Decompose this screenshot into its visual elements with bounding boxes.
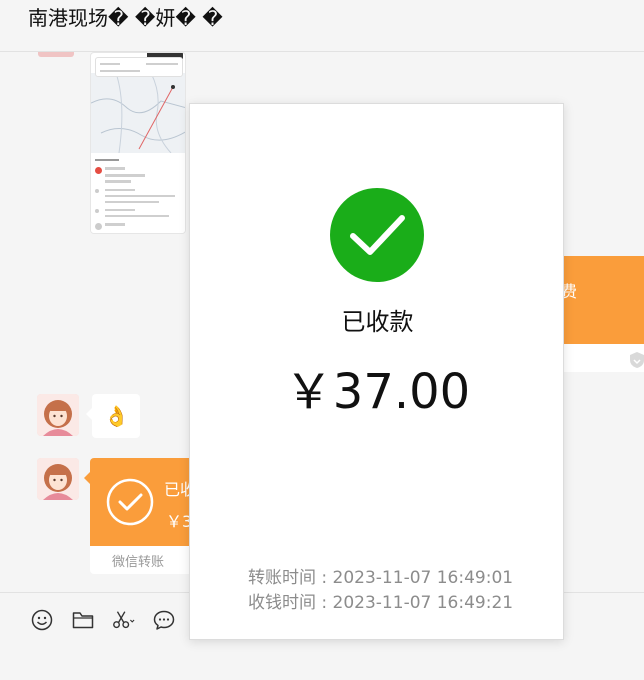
emoji-icon[interactable] <box>30 608 54 632</box>
transfer-source-label: 微信转账 <box>112 555 165 570</box>
popup-status: 已收款 <box>341 308 414 336</box>
avatar[interactable] <box>37 458 79 500</box>
transfer-time: 转账时间 : 2023-11-07 16:49:01 <box>248 568 514 588</box>
success-check-icon <box>330 188 424 282</box>
chat-bubble-icon[interactable] <box>152 608 176 632</box>
avatar-fragment <box>38 52 74 57</box>
folder-icon[interactable] <box>71 608 95 632</box>
check-circle-icon <box>106 478 154 526</box>
chat-header: 南港现场� �妍� � <box>0 0 644 52</box>
transfer-message[interactable]: 已收 ￥3 微信转账 <box>84 458 200 574</box>
emoji-message[interactable]: 👌 <box>86 394 140 438</box>
chat-title: 南港现场� �妍� � <box>28 6 223 30</box>
ok-hand-emoji: 👌 <box>104 404 129 428</box>
map-image <box>91 72 185 154</box>
transfer-detail-popup: 已收款 ￥37.00 转账时间 : 2023-11-07 16:49:01 收钱… <box>189 103 564 640</box>
shield-icon <box>630 352 644 368</box>
image-message-logistics[interactable] <box>90 52 186 234</box>
receive-time: 收钱时间 : 2023-11-07 16:49:21 <box>248 593 514 613</box>
scissors-icon[interactable] <box>111 608 137 632</box>
transfer-card-right[interactable]: 费 <box>555 256 644 372</box>
avatar[interactable] <box>37 394 79 436</box>
popup-amount: ￥37.00 <box>284 364 471 420</box>
